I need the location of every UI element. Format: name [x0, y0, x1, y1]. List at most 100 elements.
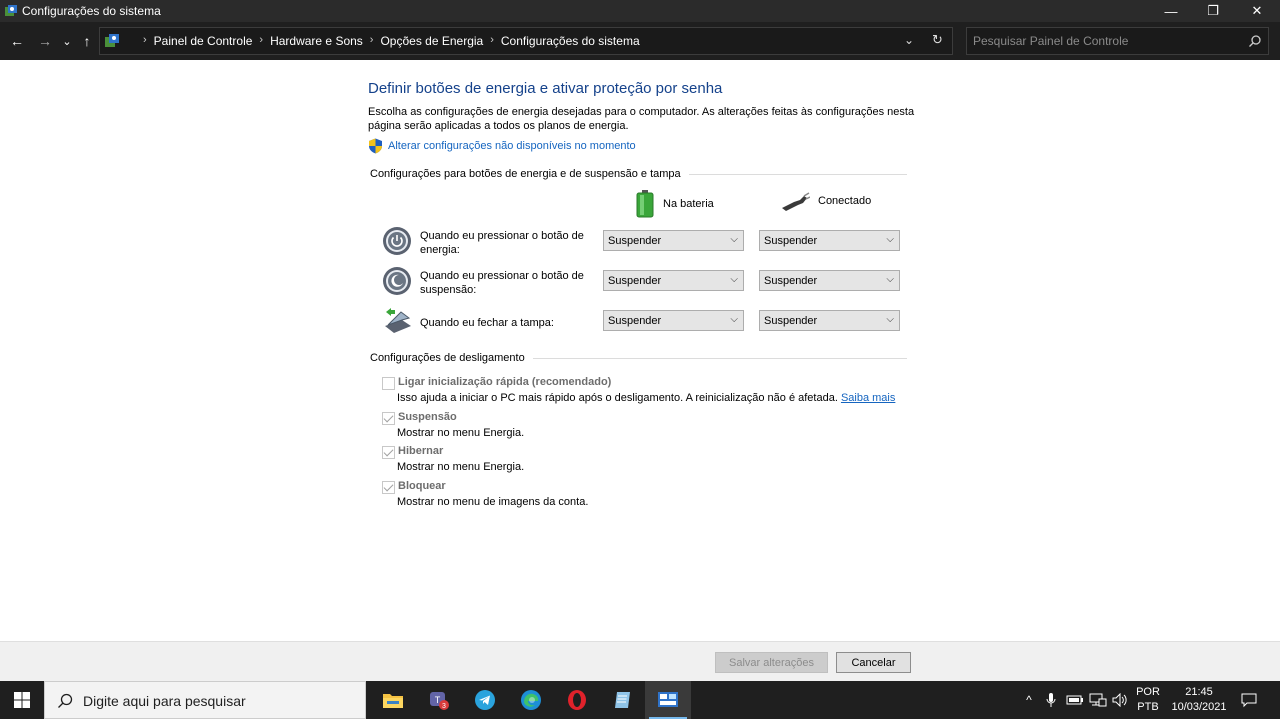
clock[interactable]: 21:45 10/03/2021: [1167, 685, 1231, 715]
chevron-down-icon[interactable]: ⌄: [904, 33, 914, 47]
power-plug-icon: [782, 192, 810, 211]
control-panel-icon: [658, 692, 678, 707]
forward-button[interactable]: →: [36, 31, 54, 51]
lock-checkbox[interactable]: [382, 481, 395, 494]
taskbar-control-panel[interactable]: [645, 681, 691, 719]
folder-icon: [383, 694, 403, 708]
column-on-battery: Na bateria: [635, 190, 714, 218]
restore-button[interactable]: ❐: [1190, 0, 1236, 22]
teams-icon: T 3: [430, 692, 449, 710]
start-button[interactable]: [0, 681, 44, 719]
breadcrumb-item-hardware-sounds[interactable]: Hardware e Sons: [270, 34, 363, 48]
search-input[interactable]: [973, 33, 1243, 49]
title-bar: Configurações do sistema — ❐ ✕: [0, 0, 1280, 22]
navigation-bar: ← → ⌄ ↑ › Painel de Controle › Hardware …: [0, 22, 1280, 60]
language-code: POR: [1136, 686, 1160, 698]
select-value: Suspender: [608, 315, 662, 327]
windows-logo-icon: [14, 692, 30, 708]
taskbar: Digite aqui para pesquisar T 3 ^ POR PTB…: [0, 681, 1280, 719]
page-title: Definir botões de energia e ativar prote…: [368, 80, 723, 97]
chevron-down-icon: ⌵: [886, 274, 894, 285]
cancel-button[interactable]: Cancelar: [836, 652, 911, 673]
chevron-down-icon: ⌵: [730, 274, 738, 285]
chevron-down-icon: ⌵: [730, 314, 738, 325]
section-power-buttons: Configurações para botões de energia e d…: [370, 168, 907, 180]
page-description: Escolha as configurações de energia dese…: [368, 106, 915, 132]
recent-locations-button[interactable]: ⌄: [60, 31, 74, 51]
taskbar-search-placeholder: Digite aqui para pesquisar: [83, 693, 246, 709]
taskbar-file-explorer[interactable]: [370, 681, 416, 719]
fast-startup-checkbox[interactable]: [382, 377, 395, 390]
action-bar: Salvar alterações Cancelar: [0, 641, 1280, 681]
battery-icon: [636, 190, 654, 218]
breadcrumb-item-control-panel[interactable]: Painel de Controle: [154, 34, 253, 48]
back-button[interactable]: ←: [8, 31, 26, 51]
sleep-button-plugged-select[interactable]: Suspender ⌵: [759, 270, 900, 291]
refresh-icon[interactable]: ↻: [932, 32, 943, 48]
hibernate-checkbox[interactable]: [382, 446, 395, 459]
power-button-row: Quando eu pressionar o botão de energia:…: [382, 226, 912, 260]
control-panel-icon: [5, 5, 17, 16]
hibernate-label: Hibernar: [398, 445, 444, 457]
section-shutdown: Configurações de desligamento: [370, 352, 907, 364]
learn-more-link[interactable]: Saiba mais: [841, 392, 895, 404]
breadcrumb-separator: ›: [259, 34, 264, 46]
section-title: Configurações para botões de energia e d…: [370, 168, 681, 180]
taskbar-edge[interactable]: [508, 681, 554, 719]
notepad-icon: [615, 692, 630, 708]
breadcrumb-item-power-options[interactable]: Opções de Energia: [380, 34, 483, 48]
volume-icon[interactable]: [1110, 681, 1130, 719]
up-button[interactable]: ↑: [78, 31, 96, 51]
description-text: Isso ajuda a iniciar o PC mais rápido ap…: [397, 392, 838, 404]
battery-plugged-icon[interactable]: [1064, 681, 1086, 719]
search-icon: [58, 693, 73, 708]
microphone-icon[interactable]: [1042, 681, 1060, 719]
taskbar-notepad[interactable]: [600, 681, 646, 719]
select-value: Suspender: [764, 235, 818, 247]
power-button-plugged-select[interactable]: Suspender ⌵: [759, 230, 900, 251]
minimize-button[interactable]: —: [1148, 0, 1194, 22]
lid-close-battery-select[interactable]: Suspender ⌵: [603, 310, 744, 331]
taskbar-opera[interactable]: [554, 681, 600, 719]
search-box[interactable]: [966, 27, 1269, 55]
taskbar-telegram[interactable]: [462, 681, 508, 719]
row-label: Quando eu pressionar o botão de suspensã…: [420, 270, 584, 296]
taskbar-teams[interactable]: T 3: [416, 681, 462, 719]
lid-close-plugged-select[interactable]: Suspender ⌵: [759, 310, 900, 331]
main-content: Definir botões de energia e ativar prote…: [0, 60, 1280, 642]
lock-label: Bloquear: [398, 480, 446, 492]
taskbar-search[interactable]: Digite aqui para pesquisar: [44, 681, 366, 719]
close-button[interactable]: ✕: [1234, 0, 1280, 22]
search-icon[interactable]: [1248, 34, 1262, 48]
lid-close-row: Quando eu fechar a tampa: Suspender ⌵ Sus…: [382, 306, 912, 340]
address-bar[interactable]: › Painel de Controle › Hardware e Sons ›…: [99, 27, 953, 55]
telegram-icon: [475, 690, 495, 710]
fast-startup-description: Isso ajuda a iniciar o PC mais rápido ap…: [397, 392, 895, 404]
input-language-indicator[interactable]: POR PTB: [1133, 685, 1163, 715]
chevron-down-icon: ⌵: [730, 234, 738, 245]
power-button-icon: [383, 227, 411, 255]
sleep-button-icon: [383, 267, 411, 295]
power-button-battery-select[interactable]: Suspender ⌵: [603, 230, 744, 251]
network-icon[interactable]: [1087, 681, 1109, 719]
hibernate-description: Mostrar no menu Energia.: [397, 461, 525, 473]
notifications-icon[interactable]: [1238, 681, 1260, 719]
save-button[interactable]: Salvar alterações: [715, 652, 828, 673]
breadcrumb-item-system-settings[interactable]: Configurações do sistema: [501, 34, 640, 48]
uac-shield-icon: [369, 138, 382, 154]
sleep-checkbox[interactable]: [382, 412, 395, 425]
sleep-button-battery-select[interactable]: Suspender ⌵: [603, 270, 744, 291]
breadcrumb-separator: ›: [369, 34, 374, 46]
breadcrumb: › Painel de Controle › Hardware e Sons ›…: [136, 34, 640, 48]
select-value: Suspender: [764, 315, 818, 327]
select-value: Suspender: [608, 275, 662, 287]
change-unavailable-settings-link[interactable]: Alterar configurações não disponíveis no…: [388, 140, 636, 152]
opera-icon: [568, 690, 586, 710]
breadcrumb-separator: ›: [490, 34, 494, 46]
column-plugged-in: Conectado: [780, 190, 871, 212]
chevron-down-icon: ⌵: [886, 314, 894, 325]
fast-startup-label: Ligar inicialização rápida (recomendado): [398, 376, 612, 388]
show-hidden-icons-button[interactable]: ^: [1020, 681, 1038, 719]
laptop-lid-icon: [385, 308, 411, 333]
clock-time: 21:45: [1185, 686, 1213, 698]
